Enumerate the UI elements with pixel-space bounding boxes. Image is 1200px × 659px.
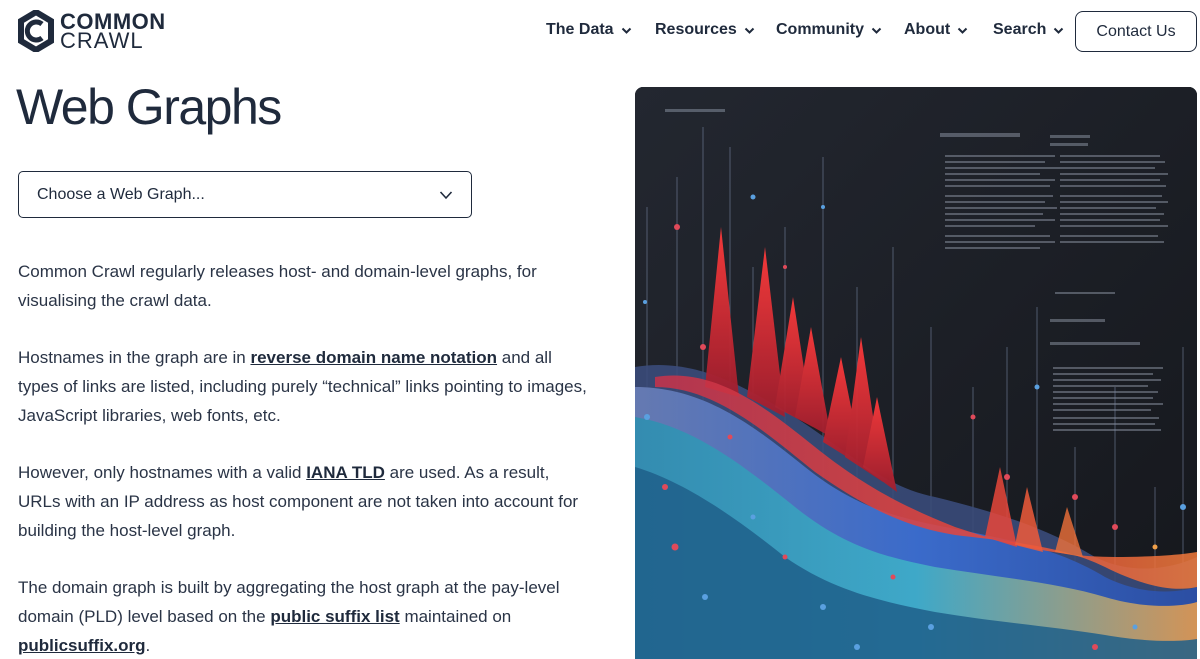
paragraph-text: maintained on bbox=[399, 606, 512, 626]
reverse-domain-notation-link[interactable]: reverse domain name notation bbox=[250, 348, 497, 367]
nav-item-label: Search bbox=[993, 21, 1047, 38]
nav-item-community[interactable]: Community bbox=[776, 21, 882, 39]
nav-item-label: Resources bbox=[655, 21, 737, 38]
publicsuffix-org-link[interactable]: publicsuffix.org bbox=[18, 636, 146, 655]
paragraph: The domain graph is built by aggregating… bbox=[18, 574, 588, 659]
chevron-down-icon bbox=[871, 27, 882, 34]
paragraph-text: However, only hostnames with a valid bbox=[18, 463, 307, 483]
nav-item-label: Community bbox=[776, 21, 864, 38]
paragraph: Common Crawl regularly releases host- an… bbox=[18, 258, 588, 316]
hexagon-logo-icon bbox=[18, 10, 54, 52]
chevron-down-icon bbox=[621, 27, 631, 34]
paragraph: Hostnames in the graph are in reverse do… bbox=[18, 344, 588, 430]
paragraph: However, only hostnames with a valid IAN… bbox=[18, 459, 588, 545]
intro-content: Common Crawl regularly releases host- an… bbox=[18, 258, 588, 659]
abstract-graph-image bbox=[635, 87, 1197, 659]
iana-tld-link[interactable]: IANA TLD bbox=[306, 463, 385, 482]
logo-text: COMMON CRAWL bbox=[60, 11, 166, 52]
web-graph-illustration bbox=[635, 87, 1197, 659]
common-crawl-logo[interactable]: COMMON CRAWL bbox=[18, 10, 166, 52]
nav-item-the-data[interactable]: The Data bbox=[546, 21, 632, 39]
page-title: Web Graphs bbox=[16, 79, 282, 135]
chevron-down-icon bbox=[1054, 27, 1064, 34]
nav-item-label: About bbox=[904, 21, 951, 38]
chevron-down-icon bbox=[957, 27, 968, 34]
chevron-down-icon bbox=[439, 191, 453, 200]
nav-item-search[interactable]: Search bbox=[993, 21, 1064, 39]
nav-item-about[interactable]: About bbox=[904, 21, 968, 39]
chevron-down-icon bbox=[744, 27, 755, 34]
public-suffix-list-link[interactable]: public suffix list bbox=[270, 607, 399, 626]
nav-item-resources[interactable]: Resources bbox=[655, 21, 755, 39]
nav-item-label: The Data bbox=[546, 21, 614, 38]
select-value: Choose a Web Graph... bbox=[37, 185, 205, 203]
paragraph-text: Common Crawl regularly releases host- an… bbox=[18, 262, 537, 310]
site-header: COMMON CRAWL The Data Resources Communit… bbox=[0, 0, 1200, 70]
paragraph-text: . bbox=[145, 635, 151, 655]
web-graph-select[interactable]: Choose a Web Graph... bbox=[18, 171, 472, 218]
contact-us-button[interactable]: Contact Us bbox=[1075, 11, 1197, 52]
paragraph-text: Hostnames in the graph are in bbox=[18, 348, 251, 368]
